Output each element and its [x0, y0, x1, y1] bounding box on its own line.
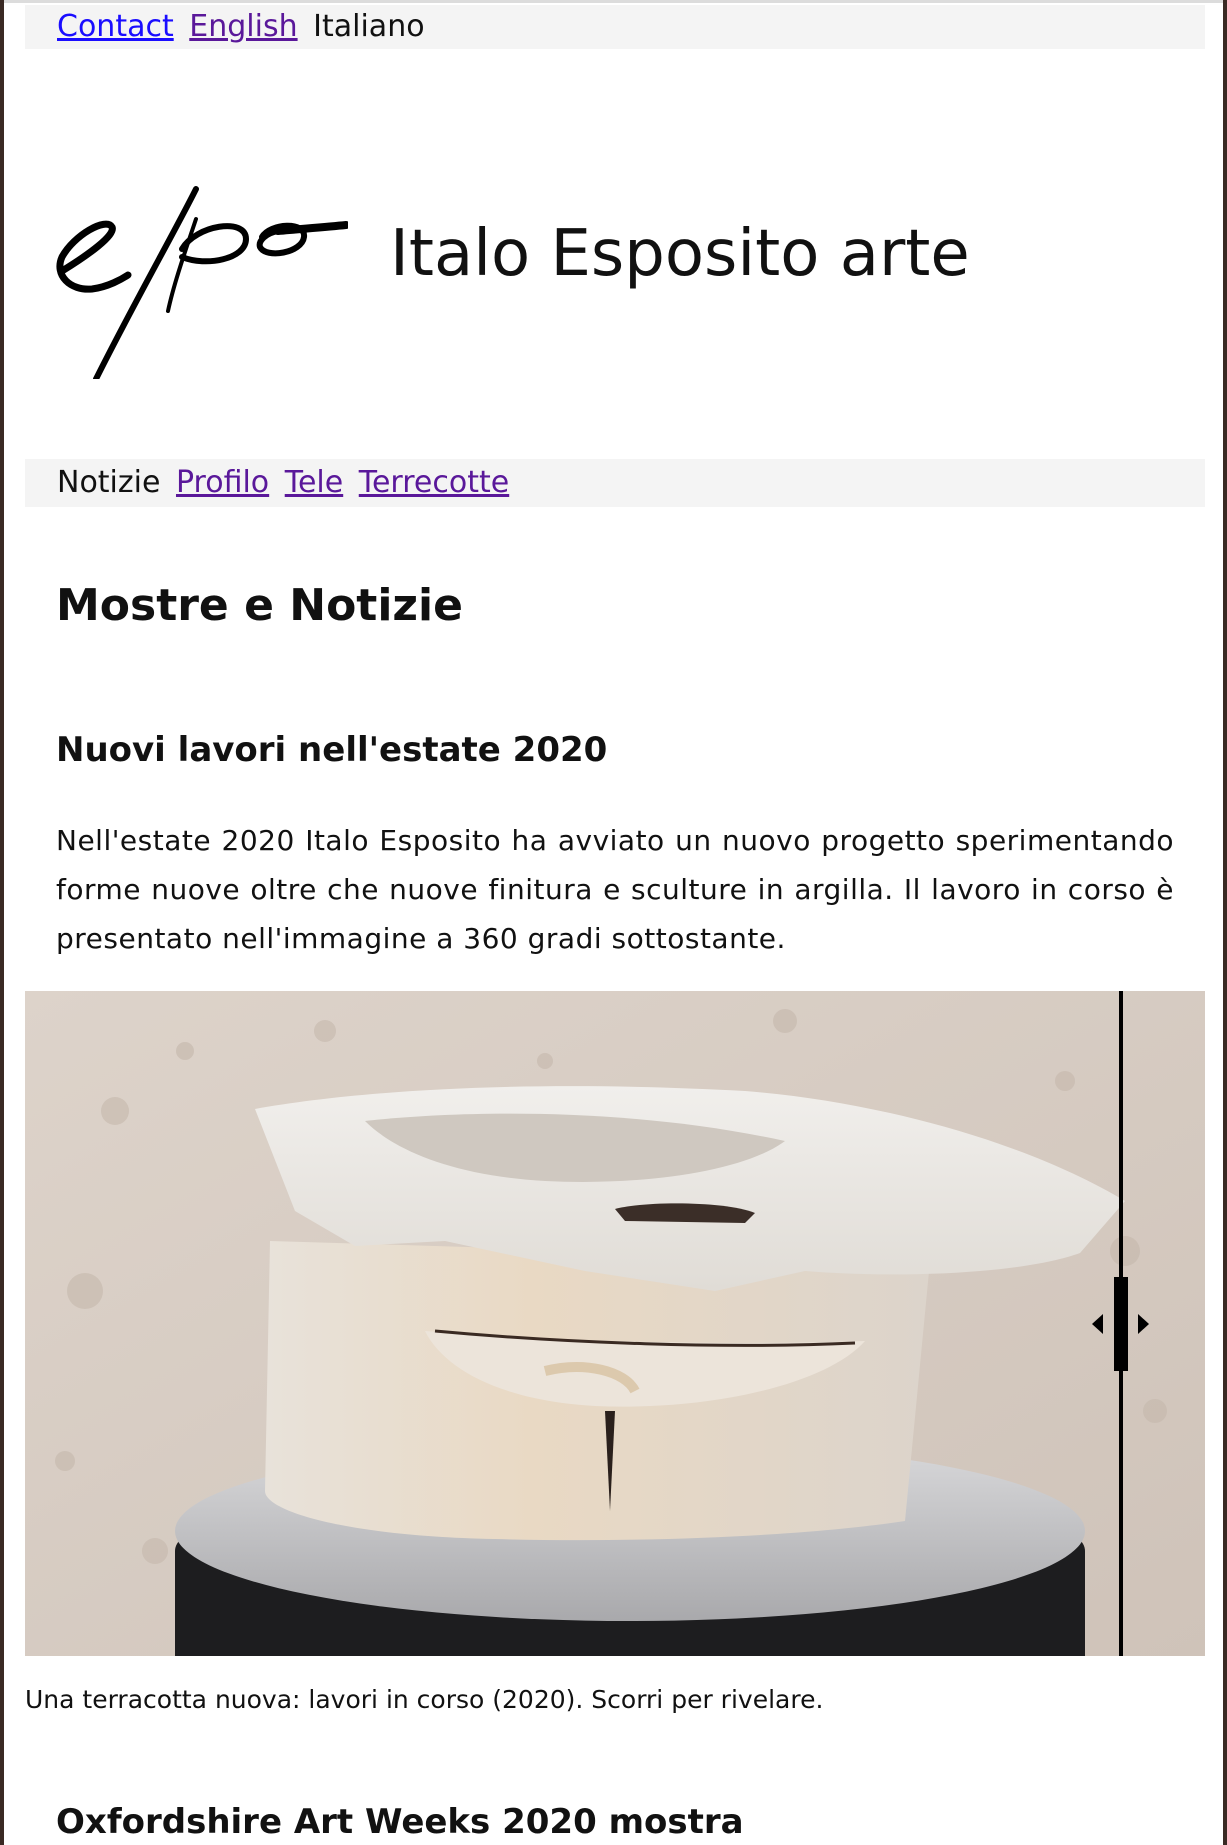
- nav-item-terrecotte[interactable]: Terrecotte: [359, 465, 509, 500]
- image-reveal-viewer[interactable]: [25, 991, 1205, 1656]
- slider-handle[interactable]: [1114, 1277, 1128, 1371]
- section-paragraph: Nell'estate 2020 Italo Esposito ha avvia…: [56, 824, 1174, 955]
- page-right-edge: [1223, 0, 1227, 1845]
- nav-item-notizie: Notizie: [57, 465, 161, 500]
- language-bar: Contact English Italiano: [25, 5, 1205, 49]
- italiano-current-language: Italiano: [313, 9, 425, 44]
- image-caption: Una terracotta nuova: lavori in corso (2…: [25, 1685, 824, 1714]
- contact-link[interactable]: Contact: [57, 9, 174, 44]
- espo-logo[interactable]: [56, 183, 350, 382]
- english-link[interactable]: English: [189, 9, 297, 44]
- nav-item-profilo[interactable]: Profilo: [176, 465, 269, 500]
- page-top-border: [4, 0, 1223, 3]
- site-title: Italo Esposito arte: [390, 217, 970, 291]
- nav-item-tele[interactable]: Tele: [285, 465, 343, 500]
- page-title: Mostre e Notizie: [56, 580, 463, 631]
- page-left-edge: [0, 0, 4, 1845]
- main-nav: Notizie Profilo Tele Terrecotte: [25, 459, 1205, 507]
- section-heading-new-works: Nuovi lavori nell'estate 2020: [56, 730, 608, 770]
- section-heading-oxfordshire: Oxfordshire Art Weeks 2020 mostra: [56, 1802, 744, 1842]
